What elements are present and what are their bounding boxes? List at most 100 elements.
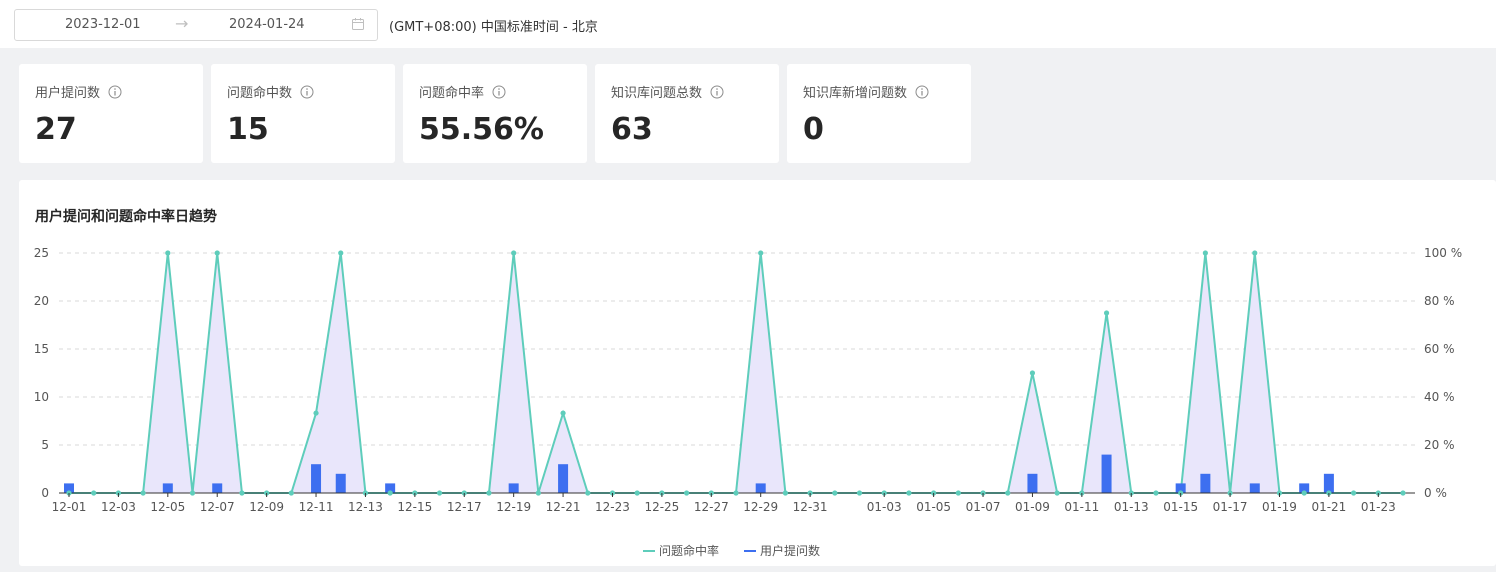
x-axis: 12-01 12-03 12-05 12-07 12-09 12-11 12-13 12-15… bbox=[52, 493, 1396, 514]
y-right-tick-label: 60 % bbox=[1424, 342, 1455, 356]
trend-chart: 0 5 10 15 20 25 0 % 20 % 40 % 60 % 80 % 100 % 12-0… bbox=[34, 246, 1462, 558]
date-range-picker[interactable]: 2023-12-01 → 2024-01-24 bbox=[14, 9, 378, 41]
metric-value: 27 bbox=[35, 112, 77, 147]
metric-value: 0 bbox=[803, 112, 824, 147]
hit-rate-point bbox=[782, 490, 789, 496]
question-bar bbox=[162, 483, 173, 493]
y-right-tick-label: 40 % bbox=[1424, 390, 1455, 404]
hit-rate-point bbox=[585, 490, 591, 496]
question-bar bbox=[212, 483, 223, 493]
hit-rate-point bbox=[955, 490, 961, 496]
metric-value: 55.56% bbox=[419, 112, 544, 147]
y-left-tick-label: 10 bbox=[34, 390, 49, 404]
metric-card-kb-new: 知识库新增问题数 0 bbox=[787, 64, 971, 163]
hit-rate-point bbox=[511, 250, 517, 256]
hit-rate-point bbox=[486, 490, 492, 496]
x-tick-label: 12-31 bbox=[793, 500, 828, 514]
timezone-label: (GMT+08:00) 中国标准时间 - 北京 bbox=[389, 20, 598, 35]
metric-label: 问题命中率 bbox=[419, 82, 506, 101]
end-date[interactable]: 2024-01-24 bbox=[229, 17, 305, 32]
legend-label-hit-rate: 问题命中率 bbox=[659, 543, 719, 558]
metric-label: 问题命中数 bbox=[227, 82, 314, 101]
hit-rate-point bbox=[1400, 490, 1406, 496]
hit-rate-point bbox=[906, 490, 912, 496]
x-tick-label: 12-05 bbox=[150, 500, 185, 514]
x-tick-label: 12-09 bbox=[249, 500, 284, 514]
toolbar: 2023-12-01 → 2024-01-24 (GMT+08:00) 中国标准… bbox=[0, 0, 1496, 48]
info-icon[interactable] bbox=[915, 85, 929, 99]
question-bar bbox=[335, 473, 346, 493]
hit-rate-point bbox=[387, 490, 393, 496]
question-bar bbox=[1101, 454, 1112, 493]
x-tick-label: 12-23 bbox=[595, 500, 630, 514]
question-bar bbox=[558, 464, 569, 493]
x-tick-label: 12-13 bbox=[348, 500, 383, 514]
question-bar bbox=[1323, 473, 1334, 493]
x-tick-label: 12-29 bbox=[743, 500, 778, 514]
hit-rate-point bbox=[338, 250, 344, 256]
hit-rate-point bbox=[1054, 490, 1060, 496]
hit-rate-point bbox=[1202, 250, 1208, 256]
metric-label: 用户提问数 bbox=[35, 82, 122, 101]
hit-rate-point bbox=[1029, 370, 1036, 376]
metric-card-kb-total: 知识库问题总数 63 bbox=[595, 64, 779, 163]
trend-panel: 用户提问和问题命中率日趋势 0 5 10 15 20 25 0 % 20 % 40 % 60 %… bbox=[19, 180, 1496, 566]
y-left-tick-label: 5 bbox=[41, 438, 49, 452]
metric-card-hits: 问题命中数 15 bbox=[211, 64, 395, 163]
hit-rate-point bbox=[560, 410, 566, 416]
info-icon[interactable] bbox=[492, 85, 506, 99]
chart-legend[interactable]: 问题命中率 用户提问数 bbox=[643, 543, 820, 558]
y-left-tick-label: 15 bbox=[34, 342, 49, 356]
x-tick-label: 12-15 bbox=[397, 500, 432, 514]
hit-rate-point bbox=[140, 490, 146, 496]
y-axis-right: 0 % 20 % 40 % 60 % 80 % 100 % bbox=[1424, 246, 1462, 500]
metric-label: 知识库新增问题数 bbox=[803, 82, 929, 101]
hit-rate-point bbox=[239, 490, 245, 496]
hit-rate-point bbox=[535, 490, 541, 496]
x-tick-label: 01-21 bbox=[1311, 500, 1346, 514]
x-tick-label: 12-21 bbox=[546, 500, 581, 514]
y-axis-left: 0 5 10 15 20 25 bbox=[34, 246, 49, 500]
hit-rate-point bbox=[832, 490, 838, 496]
hit-rate-point bbox=[313, 410, 319, 416]
y-left-tick-label: 25 bbox=[34, 246, 49, 260]
metric-card-user-questions: 用户提问数 27 bbox=[19, 64, 203, 163]
hit-rate-point bbox=[1301, 490, 1307, 496]
hit-rate-point bbox=[165, 250, 171, 256]
x-tick-label: 01-15 bbox=[1163, 500, 1198, 514]
x-tick-label: 01-13 bbox=[1114, 500, 1149, 514]
question-bar bbox=[1249, 483, 1260, 493]
x-tick-label: 01-05 bbox=[916, 500, 951, 514]
hit-rate-point bbox=[634, 490, 640, 496]
info-icon[interactable] bbox=[108, 85, 122, 99]
calendar-icon[interactable] bbox=[351, 17, 365, 31]
metric-label: 知识库问题总数 bbox=[611, 82, 724, 101]
hit-rate-point bbox=[683, 490, 690, 496]
question-bar bbox=[508, 483, 519, 493]
legend-label-questions: 用户提问数 bbox=[760, 543, 820, 558]
metric-value: 15 bbox=[227, 112, 269, 147]
question-bar bbox=[1027, 473, 1038, 493]
hit-rate-area bbox=[69, 252, 1403, 494]
hit-rate-area-fill bbox=[69, 253, 1403, 493]
hit-rate-point bbox=[1103, 310, 1110, 316]
x-tick-label: 01-17 bbox=[1213, 500, 1248, 514]
hit-rate-point bbox=[436, 490, 443, 496]
info-icon[interactable] bbox=[300, 85, 314, 99]
x-tick-label: 12-25 bbox=[644, 500, 679, 514]
y-right-tick-label: 0 % bbox=[1424, 486, 1447, 500]
x-tick-label: 12-19 bbox=[496, 500, 531, 514]
info-icon[interactable] bbox=[710, 85, 724, 99]
hit-rate-point bbox=[733, 490, 739, 496]
start-date[interactable]: 2023-12-01 bbox=[65, 17, 141, 32]
hit-rate-point bbox=[856, 490, 863, 496]
x-tick-label: 01-19 bbox=[1262, 500, 1297, 514]
question-bar bbox=[311, 464, 322, 493]
metric-value: 63 bbox=[611, 112, 653, 147]
hit-rate-point bbox=[214, 250, 220, 256]
arrow-right-icon: → bbox=[175, 14, 189, 33]
question-bar bbox=[755, 483, 766, 493]
hit-rate-point bbox=[1153, 490, 1159, 496]
hit-rate-point bbox=[91, 490, 97, 496]
hit-rate-point bbox=[288, 490, 294, 496]
